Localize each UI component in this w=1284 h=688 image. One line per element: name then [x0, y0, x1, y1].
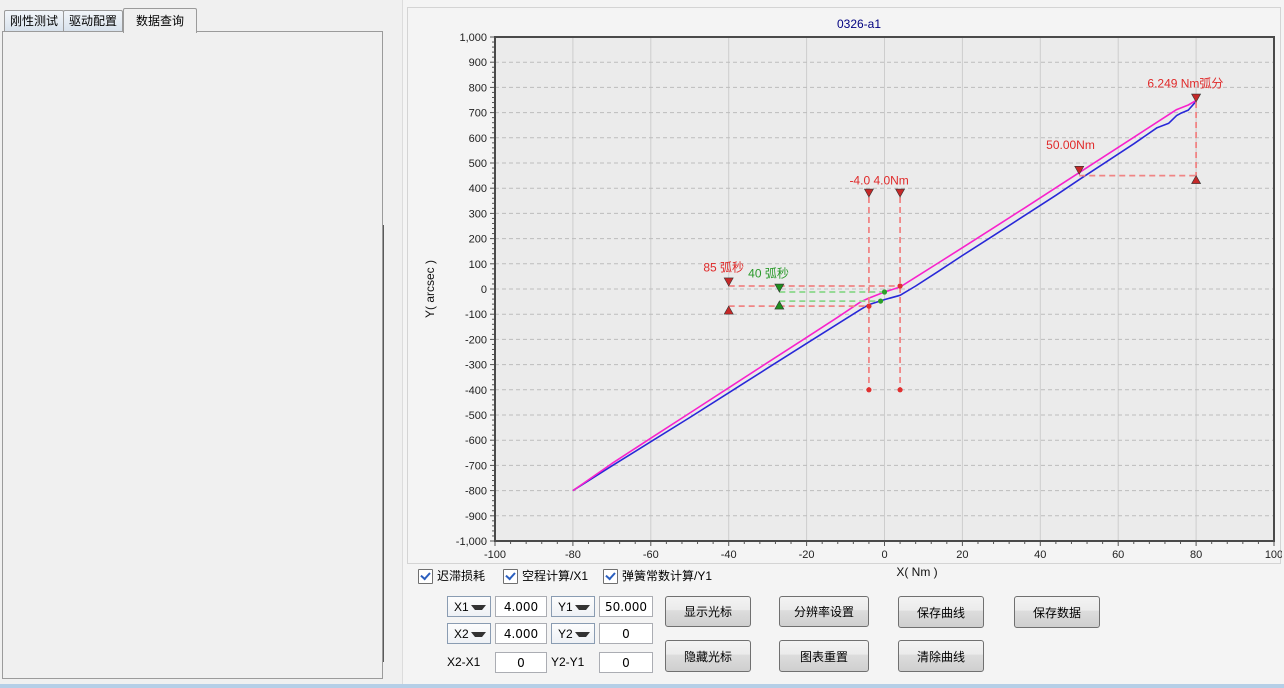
- x2-cursor-select[interactable]: X2: [447, 623, 491, 644]
- svg-text:-60: -60: [643, 549, 659, 561]
- svg-text:60: 60: [1112, 549, 1124, 561]
- svg-text:1,000: 1,000: [459, 32, 487, 44]
- chart-reset-button[interactable]: 图表重置: [779, 640, 869, 672]
- svg-text:20: 20: [956, 549, 968, 561]
- x-axis-label: X( Nm ): [896, 565, 937, 579]
- svg-text:-20: -20: [799, 549, 815, 561]
- x1-cursor-select[interactable]: X1: [447, 596, 491, 617]
- svg-text:-800: -800: [465, 486, 487, 498]
- dropdown-arrow-icon: [471, 632, 486, 641]
- svg-text:600: 600: [469, 133, 487, 145]
- dy-value-input[interactable]: [599, 652, 653, 673]
- chart-annotation: -4.0 4.0Nm: [849, 173, 908, 187]
- dropdown-arrow-icon: [471, 605, 486, 614]
- clear-curve-button[interactable]: 清除曲线: [898, 640, 984, 672]
- hide-cursor-button[interactable]: 隐藏光标: [665, 640, 751, 672]
- save-curve-button[interactable]: 保存曲线: [898, 596, 984, 628]
- chart-annotation: 40 弧秒: [748, 267, 789, 281]
- svg-text:-600: -600: [465, 435, 487, 447]
- hysteresis-loss-label: 迟滞损耗: [437, 569, 485, 583]
- resolution-settings-button[interactable]: 分辨率设置: [779, 596, 869, 627]
- chart-annotation: 6.249 Nm弧分: [1147, 76, 1223, 90]
- svg-text:700: 700: [469, 108, 487, 120]
- y2-value-input[interactable]: [599, 623, 653, 644]
- svg-text:500: 500: [469, 158, 487, 170]
- tab-page-data-query: [2, 31, 383, 679]
- svg-text:100: 100: [1265, 549, 1282, 561]
- svg-text:400: 400: [469, 183, 487, 195]
- svg-text:-1,000: -1,000: [456, 536, 487, 548]
- chart-annotation: 85 弧秒: [703, 260, 744, 274]
- svg-text:-100: -100: [465, 309, 487, 321]
- svg-text:-300: -300: [465, 360, 487, 372]
- chart-annotation: 50.00Nm: [1046, 138, 1095, 152]
- backlash-calc-label: 空程计算/X1: [522, 569, 588, 583]
- svg-text:-40: -40: [721, 549, 737, 561]
- tab-data-query[interactable]: 数据查询: [123, 8, 197, 33]
- svg-text:-400: -400: [465, 385, 487, 397]
- show-cursor-button[interactable]: 显示光标: [665, 596, 751, 627]
- svg-text:-80: -80: [565, 549, 581, 561]
- x2-value-input[interactable]: [495, 623, 547, 644]
- stiffness-chart[interactable]: -100-80-60-40-20020406080100-1,000-900-8…: [404, 6, 1282, 586]
- svg-text:40: 40: [1034, 549, 1046, 561]
- svg-text:-100: -100: [484, 549, 506, 561]
- y1-cursor-select[interactable]: Y1: [551, 596, 595, 617]
- y2-cursor-select[interactable]: Y2: [551, 623, 595, 644]
- svg-text:0: 0: [881, 549, 887, 561]
- svg-text:800: 800: [469, 82, 487, 94]
- dy-label: Y2-Y1: [551, 655, 584, 669]
- x1-value-input[interactable]: [495, 596, 547, 617]
- svg-text:-700: -700: [465, 460, 487, 472]
- svg-text:100: 100: [469, 259, 487, 271]
- tab-drive-config[interactable]: 驱动配置: [63, 10, 123, 31]
- backlash-calc-checkbox[interactable]: [503, 569, 518, 584]
- svg-text:-500: -500: [465, 410, 487, 422]
- svg-text:200: 200: [469, 234, 487, 246]
- spring-constant-checkbox[interactable]: [603, 569, 618, 584]
- svg-text:300: 300: [469, 208, 487, 220]
- y1-value-input[interactable]: [599, 596, 653, 617]
- tab-stiffness-test[interactable]: 刚性测试: [4, 10, 64, 31]
- svg-text:-900: -900: [465, 511, 487, 523]
- spring-constant-label: 弹簧常数计算/Y1: [622, 569, 712, 583]
- svg-text:0: 0: [481, 284, 487, 296]
- dropdown-arrow-icon: [575, 605, 590, 614]
- chart-title: 0326-a1: [837, 17, 881, 31]
- hysteresis-loss-checkbox[interactable]: [418, 569, 433, 584]
- dx-value-input[interactable]: [495, 652, 547, 673]
- y-axis-label: Y( arcsec ): [423, 260, 437, 318]
- svg-text:-200: -200: [465, 334, 487, 346]
- svg-text:80: 80: [1190, 549, 1202, 561]
- svg-text:900: 900: [469, 57, 487, 69]
- dx-label: X2-X1: [447, 655, 480, 669]
- dropdown-arrow-icon: [575, 632, 590, 641]
- window-border-bottom: [0, 684, 1284, 688]
- save-data-button[interactable]: 保存数据: [1014, 596, 1100, 628]
